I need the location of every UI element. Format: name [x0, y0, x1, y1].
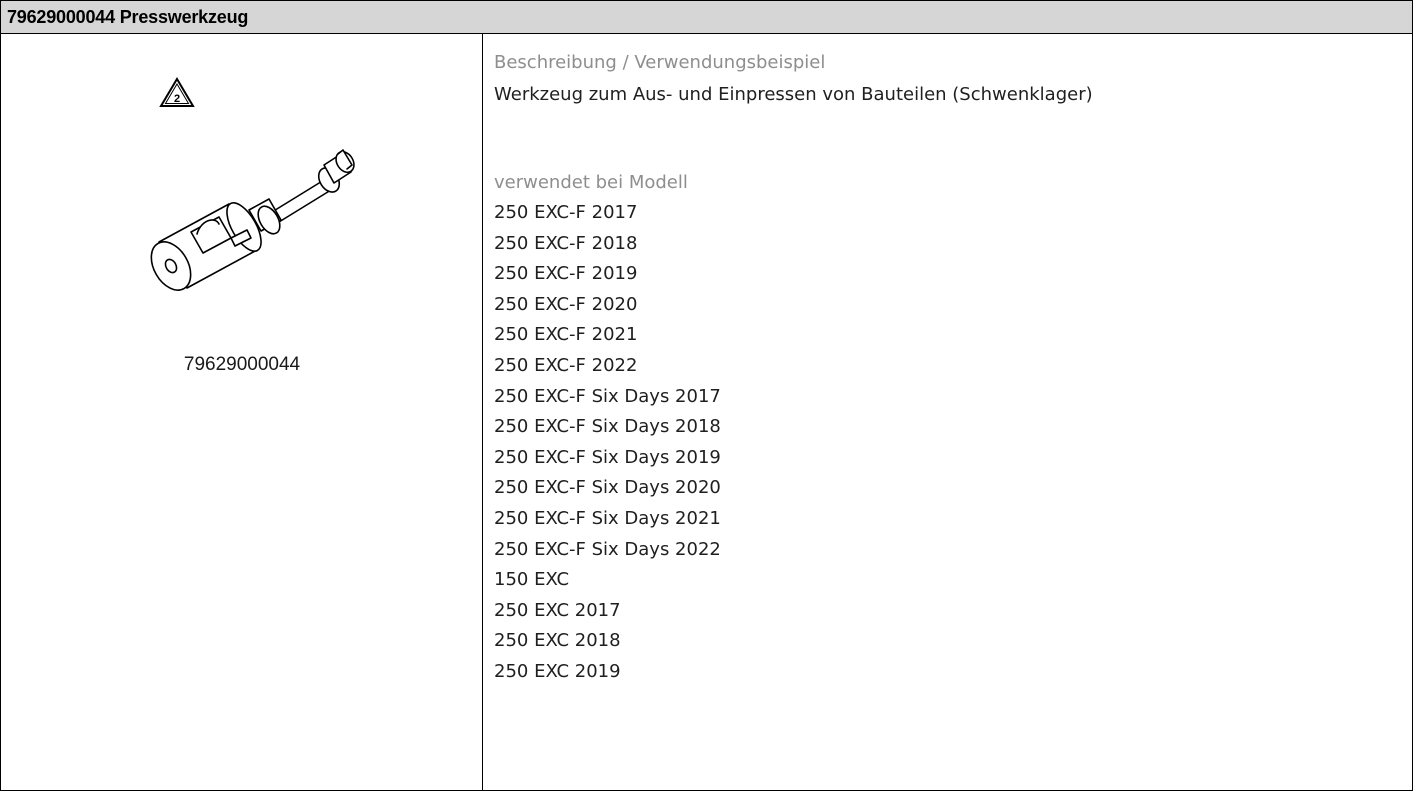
model-item: 250 EXC 2017 [494, 599, 621, 621]
model-item: 250 EXC-F 2018 [494, 232, 638, 254]
warning-number: 2 [174, 93, 180, 105]
part-number-caption: 79629000044 [183, 354, 301, 375]
model-item: 250 EXC-F 2022 [494, 354, 638, 376]
description-text: Werkzeug zum Aus- und Einpressen von Bau… [494, 84, 1093, 105]
description-label: Beschreibung / Verwendungsbeispiel [494, 52, 826, 73]
model-item: 250 EXC-F Six Days 2018 [494, 416, 721, 438]
press-tool-image [150, 149, 355, 291]
tool-sheet: 79629000044 Presswerkzeug 2 79629000044 … [0, 0, 1413, 791]
warning-triangle-icon: 2 [159, 77, 195, 107]
page-title: 79629000044 Presswerkzeug [1, 1, 1412, 34]
models-label: verwendet bei Modell [494, 172, 688, 193]
model-item: 250 EXC-F 2019 [494, 263, 638, 285]
model-item: 250 EXC-F Six Days 2022 [494, 538, 721, 560]
model-item: 250 EXC-F Six Days 2021 [494, 507, 721, 529]
page-title-text: 79629000044 Presswerkzeug [7, 6, 249, 27]
model-item: 250 EXC-F 2021 [494, 324, 638, 346]
model-item: 250 EXC-F Six Days 2019 [494, 446, 721, 468]
model-item: 250 EXC 2018 [494, 630, 621, 652]
model-item: 250 EXC-F Six Days 2020 [494, 477, 721, 499]
model-item: 150 EXC [494, 569, 570, 591]
image-column: 2 79629000044 [1, 34, 483, 790]
details-column: Beschreibung / Verwendungsbeispiel Werkz… [484, 34, 1412, 790]
model-item: 250 EXC-F Six Days 2017 [494, 385, 721, 407]
model-item: 250 EXC-F 2020 [494, 293, 638, 315]
model-list: 250 EXC-F 2017 250 EXC-F 2018 250 EXC-F … [494, 198, 721, 688]
model-item: 250 EXC 2019 [494, 660, 621, 682]
model-item: 250 EXC-F 2017 [494, 202, 638, 223]
